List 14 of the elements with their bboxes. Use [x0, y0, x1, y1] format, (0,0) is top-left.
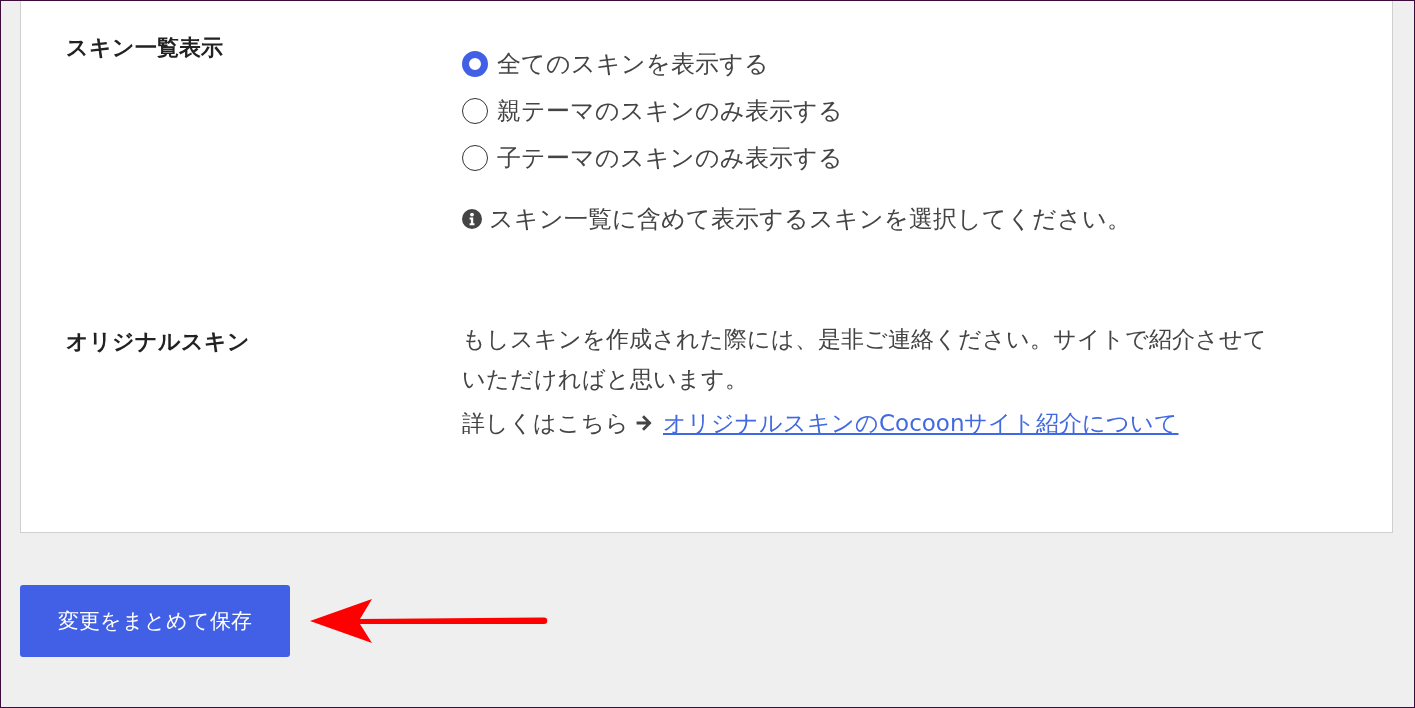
- info-link[interactable]: オリジナルスキンのCocoonサイト紹介について: [663, 403, 1179, 443]
- info-icon: [462, 209, 482, 229]
- radio-label[interactable]: 子テーマのスキンのみ表示する: [497, 142, 843, 173]
- radio-label[interactable]: 全てのスキンを表示する: [497, 48, 769, 79]
- description-text: もしスキンを作成された際には、是非ご連絡ください。サイトで紹介させていただければと思います。: [462, 325, 1268, 394]
- section-heading: オリジナルスキン: [66, 328, 251, 356]
- radio-button[interactable]: [462, 144, 488, 171]
- radio-button[interactable]: [462, 97, 488, 124]
- help-text: スキン一覧に含めて表示するスキンを選択してください。: [489, 204, 1131, 234]
- radio-button[interactable]: [462, 50, 488, 77]
- radio-label[interactable]: 親テーマのスキンのみ表示する: [497, 95, 843, 126]
- section-heading: スキン一覧表示: [66, 34, 224, 62]
- save-button[interactable]: 変更をまとめて保存: [20, 585, 290, 657]
- more-info-label: 詳しくはこちら: [462, 409, 629, 438]
